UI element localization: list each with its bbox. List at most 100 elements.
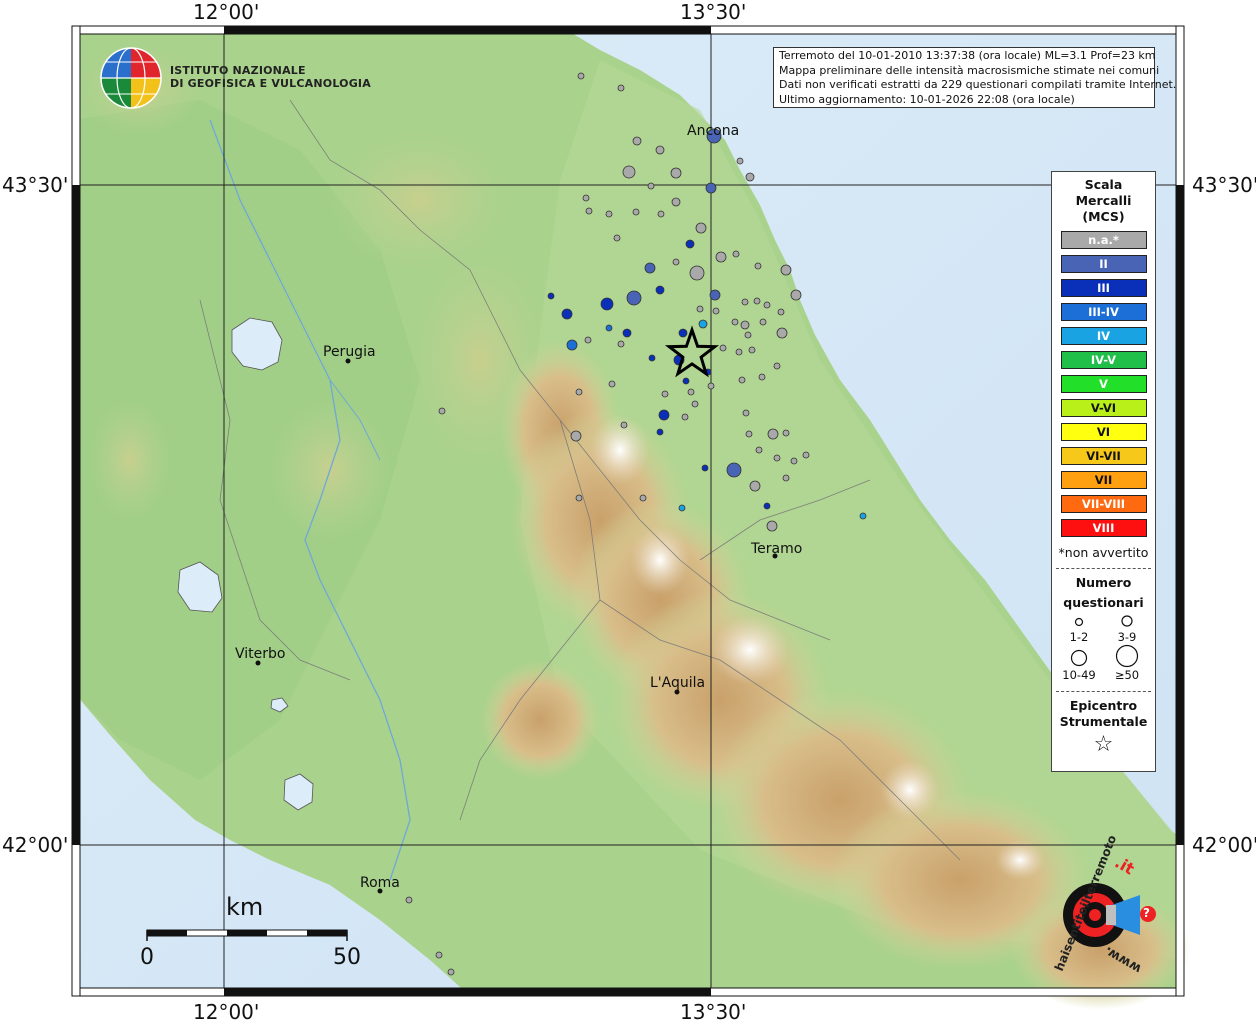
intensity-point bbox=[435, 951, 443, 959]
intensity-point bbox=[748, 346, 756, 354]
intensity-point bbox=[658, 409, 670, 421]
legend-level-11: VII-VIII bbox=[1060, 495, 1147, 513]
intensity-point bbox=[681, 413, 689, 421]
intensity-point bbox=[726, 462, 742, 478]
coord-right-top: 43°30' bbox=[1192, 173, 1256, 197]
ingv-logo-text: ISTITUTO NAZIONALE DI GEOFISICA E VULCAN… bbox=[170, 64, 371, 90]
intensity-point bbox=[608, 380, 616, 388]
intensity-point bbox=[577, 72, 585, 80]
intensity-point bbox=[575, 494, 583, 502]
legend-footnote: *non avvertito bbox=[1058, 545, 1149, 560]
intensity-point bbox=[655, 285, 665, 295]
intensity-point bbox=[736, 157, 744, 165]
intensity-point bbox=[749, 480, 761, 492]
intensity-point bbox=[605, 210, 613, 218]
legend-divider bbox=[1056, 568, 1151, 569]
size-sample-1 bbox=[1074, 617, 1084, 627]
intensity-point bbox=[741, 298, 749, 306]
coord-bottom-left: 12°00' bbox=[193, 1000, 260, 1024]
intensity-point bbox=[620, 421, 628, 429]
info-line-4: Ultimo aggiornamento: 10-01-2026 22:08 (… bbox=[779, 92, 1075, 106]
size-sample-2 bbox=[1121, 615, 1133, 627]
intensity-point bbox=[405, 896, 413, 904]
intensity-point bbox=[648, 354, 656, 362]
intensity-point bbox=[745, 172, 755, 182]
legend-title-line-1: Scala bbox=[1084, 177, 1123, 192]
intensity-point bbox=[605, 324, 613, 332]
intensity-point bbox=[780, 264, 792, 276]
intensity-point bbox=[732, 250, 740, 258]
intensity-point bbox=[705, 182, 717, 194]
coord-right-bottom: 42°00' bbox=[1192, 833, 1256, 857]
ingv-logo-icon bbox=[100, 47, 162, 109]
size-sample-3 bbox=[1070, 649, 1088, 667]
legend-level-3: III-IV bbox=[1060, 303, 1147, 321]
intensity-point bbox=[790, 289, 802, 301]
intensity-point bbox=[782, 429, 790, 437]
legend-level-8: VI bbox=[1060, 423, 1147, 441]
size-label-3: 10-49 bbox=[1062, 668, 1096, 682]
intensity-point bbox=[632, 208, 640, 216]
intensity-point bbox=[566, 339, 578, 351]
city-label-perugia: Perugia bbox=[323, 344, 376, 360]
intensity-point bbox=[698, 319, 708, 329]
intensity-point bbox=[661, 390, 669, 398]
coord-top-left: 12°00' bbox=[193, 0, 260, 24]
intensity-point bbox=[735, 348, 743, 356]
intensity-point bbox=[657, 210, 665, 218]
logo-line-1: ISTITUTO NAZIONALE bbox=[170, 64, 306, 77]
intensity-point bbox=[754, 262, 762, 270]
coord-left-bottom: 42°00' bbox=[2, 833, 69, 857]
intensity-point bbox=[758, 373, 766, 381]
intensity-point bbox=[759, 318, 767, 326]
intensity-point bbox=[656, 428, 664, 436]
legend-size-samples: 1-2 3-9 10-49 ≥50 bbox=[1052, 611, 1155, 683]
intensity-point bbox=[561, 308, 573, 320]
intensity-point bbox=[639, 494, 647, 502]
intensity-point bbox=[678, 504, 686, 512]
intensity-point bbox=[575, 388, 583, 396]
scale-end: 50 bbox=[333, 945, 361, 970]
legend-level-0: n.a.* bbox=[1060, 231, 1147, 249]
coord-bottom-right: 13°30' bbox=[680, 1000, 747, 1024]
intensity-point bbox=[802, 451, 810, 459]
intensity-point bbox=[773, 362, 781, 370]
intensity-point bbox=[712, 307, 720, 315]
intensity-point bbox=[745, 430, 753, 438]
intensity-point bbox=[689, 265, 705, 281]
intensity-point bbox=[753, 297, 761, 305]
legend-level-9: VI-VII bbox=[1060, 447, 1147, 465]
intensity-point bbox=[622, 328, 632, 338]
intensity-point bbox=[617, 84, 625, 92]
intensity-point bbox=[622, 165, 636, 179]
intensity-point bbox=[672, 258, 680, 266]
intensity-point bbox=[647, 182, 655, 190]
intensity-point bbox=[613, 234, 621, 242]
intensity-point bbox=[763, 502, 771, 510]
intensity-point bbox=[691, 400, 699, 408]
haisentito-badge-text: haisentitoilterremoto .it www. ? bbox=[1035, 833, 1165, 976]
intensity-point bbox=[715, 251, 727, 263]
intensity-point bbox=[773, 454, 781, 462]
city-label-teramo: Teramo bbox=[751, 541, 803, 557]
logo-line-2: DI GEOFISICA E VULCANOLOGIA bbox=[170, 77, 371, 90]
scale-unit: km bbox=[226, 893, 264, 921]
intensity-point bbox=[447, 968, 455, 976]
coord-left-top: 43°30' bbox=[2, 173, 69, 197]
intensity-point bbox=[678, 328, 688, 338]
legend-num-title-1: Numero bbox=[1075, 575, 1132, 590]
intensity-point bbox=[644, 262, 656, 274]
intensity-point bbox=[655, 145, 665, 155]
legend-level-12: VIII bbox=[1060, 519, 1147, 537]
legend-title-line-2: Mercalli bbox=[1075, 193, 1132, 208]
intensity-point bbox=[707, 382, 715, 390]
intensity-point bbox=[731, 318, 739, 326]
legend-title-line-3: (MCS) bbox=[1082, 209, 1125, 224]
intensity-point bbox=[687, 388, 695, 396]
intensity-point bbox=[859, 512, 867, 520]
intensity-point bbox=[755, 446, 763, 454]
legend-level-5: IV-V bbox=[1060, 351, 1147, 369]
legend-intensity-list: n.a.* II III III-IV IV IV-V V V-VI VI VI-VII VII VI… bbox=[1052, 231, 1155, 537]
intensity-point bbox=[740, 320, 750, 330]
legend-level-7: V-VI bbox=[1060, 399, 1147, 417]
